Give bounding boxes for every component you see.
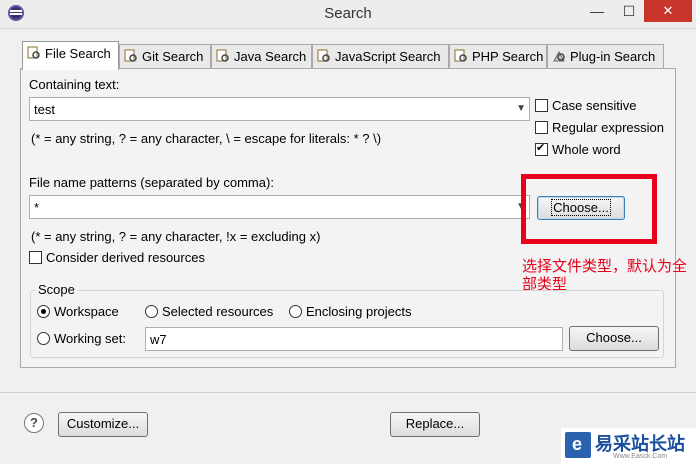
containing-text-hint: (* = any string, ? = any character, \ = … [31, 131, 382, 146]
tab-label: PHP Search [472, 49, 544, 64]
watermark-sub: Www.Easck.Com [613, 453, 668, 460]
containing-text-value: test [34, 102, 55, 117]
containing-text-input[interactable]: test ▼ [29, 97, 530, 121]
file-name-patterns-input[interactable]: * ▼ [29, 195, 530, 219]
help-icon[interactable]: ? [24, 413, 44, 433]
checkbox-label: Case sensitive [552, 98, 637, 113]
checkbox-box[interactable] [29, 251, 42, 264]
plugin-search-icon [552, 49, 566, 63]
scope-enclosing-projects-radio[interactable]: Enclosing projects [289, 304, 412, 319]
php-search-icon [454, 49, 468, 63]
tab-plugin-search[interactable]: Plug-in Search [547, 44, 664, 68]
easck-logo-icon [565, 432, 591, 458]
tab-git-search[interactable]: Git Search [119, 44, 211, 68]
tab-label: File Search [45, 46, 111, 61]
chevron-down-icon[interactable]: ▼ [516, 103, 526, 114]
working-set-input[interactable]: w7 [145, 327, 563, 351]
java-search-icon [216, 49, 230, 63]
checkbox-box[interactable] [535, 121, 548, 134]
checkbox-box-checked[interactable] [535, 141, 548, 156]
scope-selected-resources-radio[interactable]: Selected resources [145, 304, 273, 319]
file-name-patterns-label: File name patterns (separated by comma): [29, 175, 274, 190]
tab-label: Plug-in Search [570, 49, 656, 64]
regular-expression-checkbox[interactable]: Regular expression [535, 120, 664, 135]
footer-separator [0, 392, 696, 393]
consider-derived-checkbox[interactable]: Consider derived resources [29, 250, 205, 265]
case-sensitive-checkbox[interactable]: Case sensitive [535, 98, 637, 113]
whole-word-checkbox[interactable]: Whole word [535, 141, 621, 157]
radio[interactable] [37, 332, 50, 345]
working-set-value: w7 [150, 332, 167, 347]
radio-label: Enclosing projects [306, 304, 412, 319]
tab-file-search[interactable]: File Search [22, 41, 119, 70]
tab-label: Git Search [142, 49, 204, 64]
file-name-patterns-value: * [34, 200, 40, 215]
checkbox-box[interactable] [535, 99, 548, 112]
title-bar: Search — ☐ ✕ [0, 0, 696, 29]
maximize-button[interactable]: ☐ [614, 0, 644, 22]
checkbox-label: Consider derived resources [46, 250, 205, 265]
watermark-logo: 易采站长站 Www.Easck.Com [561, 428, 696, 464]
checkbox-label: Regular expression [552, 120, 665, 135]
annotation-highlight-box [521, 174, 657, 244]
radio-label: Workspace [54, 304, 119, 319]
scope-working-set-radio[interactable]: Working set: [37, 331, 126, 346]
tab-javascript-search[interactable]: JavaScript Search [312, 44, 449, 68]
checkbox-label: Whole word [552, 142, 621, 157]
javascript-search-icon [317, 49, 331, 63]
tab-java-search[interactable]: Java Search [211, 44, 312, 68]
radio-label: Working set: [54, 331, 127, 346]
containing-text-label: Containing text: [29, 77, 120, 92]
replace-button[interactable]: Replace... [390, 412, 480, 437]
git-search-icon [124, 49, 138, 63]
file-name-patterns-hint: (* = any string, ? = any character, !x =… [31, 229, 321, 244]
file-search-icon [27, 46, 41, 60]
scope-title: Scope [36, 282, 77, 297]
tab-label: JavaScript Search [335, 49, 441, 64]
radio[interactable] [145, 305, 158, 318]
customize-button[interactable]: Customize... [58, 412, 148, 437]
radio-selected[interactable] [37, 305, 50, 318]
tab-label: Java Search [234, 49, 307, 64]
tab-php-search[interactable]: PHP Search [449, 44, 547, 68]
close-button[interactable]: ✕ [644, 0, 692, 22]
radio-label: Selected resources [162, 304, 274, 319]
scope-workspace-radio[interactable]: Workspace [37, 304, 119, 319]
radio[interactable] [289, 305, 302, 318]
annotation-text: 选择文件类型，默认为全部类型 [522, 258, 688, 293]
minimize-button[interactable]: — [580, 0, 614, 22]
working-set-choose-button[interactable]: Choose... [569, 326, 659, 351]
